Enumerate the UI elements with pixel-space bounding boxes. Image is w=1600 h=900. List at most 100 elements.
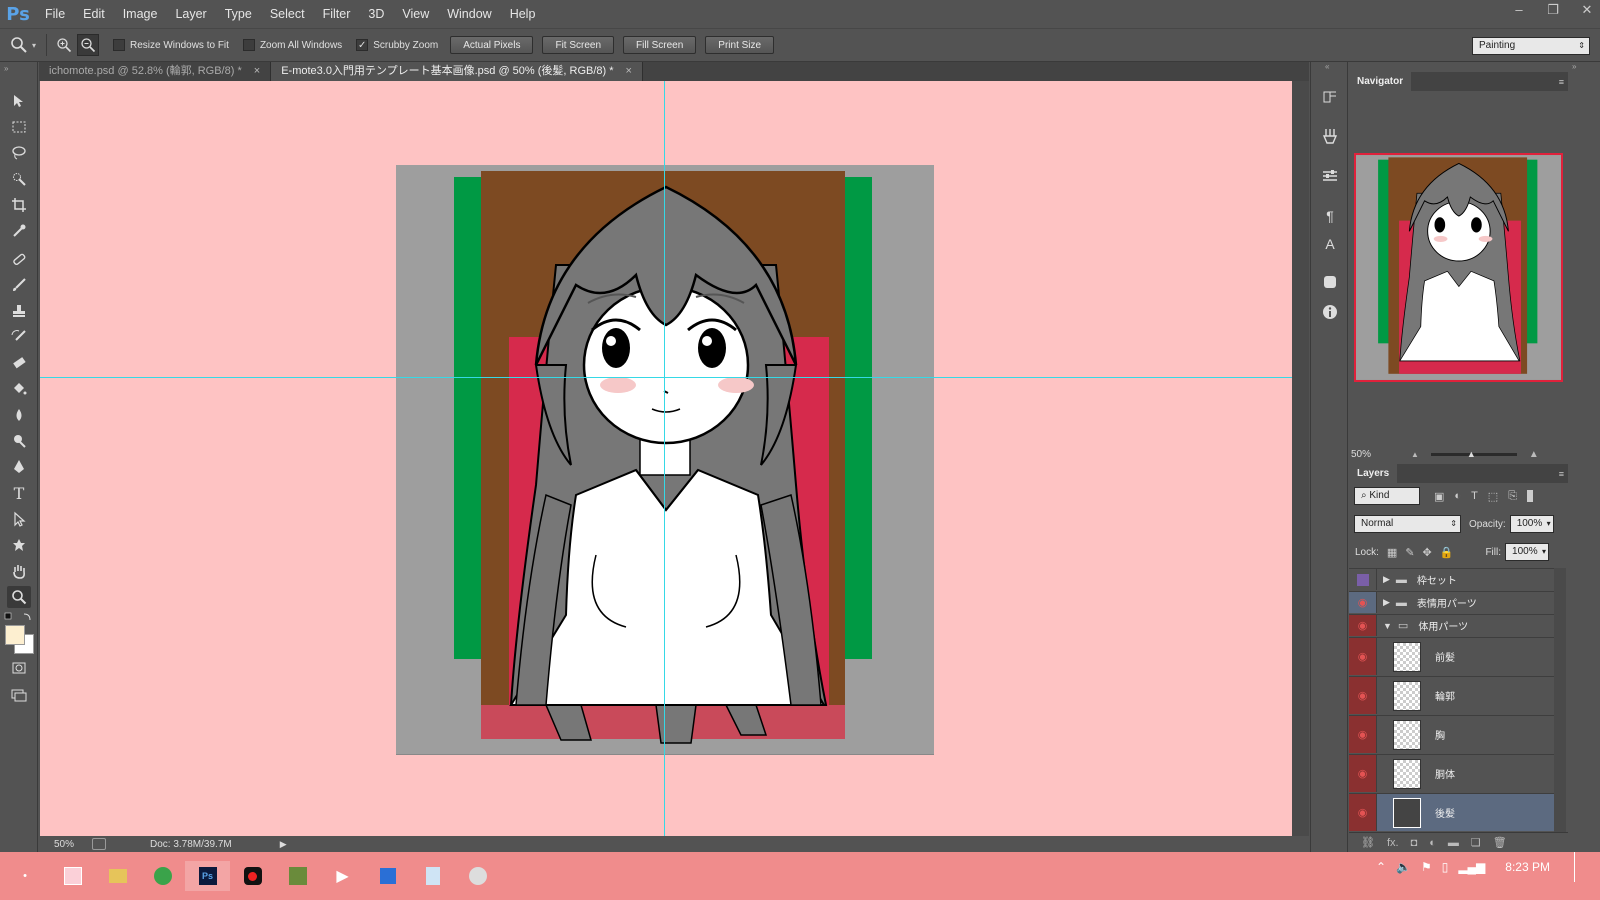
filter-toggle-icon[interactable] bbox=[1527, 490, 1534, 502]
status-menu-arrow-icon[interactable]: ▶ bbox=[280, 839, 287, 850]
menu-select[interactable]: Select bbox=[261, 0, 314, 28]
document-tab-2[interactable]: E-mote3.0入門用テンプレート基本画像.psd @ 50% (後髪, RG… bbox=[271, 62, 643, 81]
show-hidden-icons-icon[interactable]: ⌃ bbox=[1376, 860, 1386, 874]
status-info-icon[interactable] bbox=[92, 838, 106, 850]
menu-help[interactable]: Help bbox=[501, 0, 545, 28]
path-selection-tool-icon[interactable] bbox=[7, 508, 31, 530]
shape-filter-icon[interactable]: ⬚ bbox=[1488, 490, 1498, 503]
navigator-tab[interactable]: Navigator bbox=[1349, 72, 1412, 91]
layer-group-row[interactable]: ◉ ▼ ▭ 体用パーツ bbox=[1349, 614, 1554, 636]
menu-image[interactable]: Image bbox=[114, 0, 167, 28]
show-desktop-button[interactable] bbox=[1574, 852, 1582, 882]
paint-bucket-tool-icon[interactable] bbox=[7, 378, 31, 400]
fill-input[interactable]: 100% ▾ bbox=[1505, 543, 1550, 561]
document-canvas[interactable] bbox=[40, 81, 1292, 836]
vertical-guide[interactable] bbox=[664, 81, 665, 836]
layer-group-row[interactable]: ▶ ▬ 枠セット bbox=[1349, 568, 1554, 590]
notepad-icon[interactable] bbox=[410, 861, 455, 891]
menu-filter[interactable]: Filter bbox=[314, 0, 360, 28]
history-brush-tool-icon[interactable] bbox=[7, 326, 31, 348]
navigator-zoom-slider[interactable]: ▲ bbox=[1430, 449, 1517, 459]
resize-windows-checkbox[interactable] bbox=[113, 39, 126, 51]
zoom-out-icon[interactable] bbox=[77, 34, 100, 56]
visibility-toggle[interactable]: ◉ bbox=[1349, 615, 1377, 636]
custom-shape-tool-icon[interactable] bbox=[7, 534, 31, 556]
recorder-icon[interactable] bbox=[230, 861, 275, 891]
layer-row[interactable]: ◉ 胴体 bbox=[1349, 754, 1554, 792]
zoom-level[interactable]: 50% bbox=[54, 839, 84, 850]
photoshop-taskbar-icon[interactable]: Ps bbox=[185, 861, 230, 891]
scrubby-zoom-option[interactable]: ✓ Scrubby Zoom bbox=[356, 39, 438, 51]
screen-mode-icon[interactable] bbox=[7, 684, 31, 706]
menu-window[interactable]: Window bbox=[438, 0, 500, 28]
character-panel-icon[interactable]: A bbox=[1320, 234, 1340, 254]
zoom-in-large-icon[interactable]: ▲ bbox=[1529, 449, 1539, 460]
menu-edit[interactable]: Edit bbox=[74, 0, 114, 28]
layer-row[interactable]: ◉ 胸 bbox=[1349, 715, 1554, 753]
fill-screen-button[interactable]: Fill Screen bbox=[623, 36, 697, 54]
navigator-zoom-value[interactable]: 50% bbox=[1351, 449, 1381, 460]
minecraft-icon[interactable] bbox=[275, 861, 320, 891]
minimize-icon[interactable]: – bbox=[1512, 3, 1526, 17]
close-icon[interactable]: ✕ bbox=[1580, 3, 1594, 17]
adjustment-filter-icon[interactable]: ◐ bbox=[1454, 490, 1461, 502]
collapse-toolbar-icon[interactable]: » bbox=[4, 64, 8, 73]
visibility-toggle[interactable] bbox=[1349, 569, 1377, 590]
navigator-preview[interactable] bbox=[1354, 153, 1563, 382]
paragraph-panel-icon[interactable]: ¶ bbox=[1320, 206, 1340, 226]
marquee-tool-icon[interactable] bbox=[7, 116, 31, 138]
type-tool-icon[interactable]: T bbox=[7, 482, 31, 504]
healing-brush-tool-icon[interactable] bbox=[7, 248, 31, 270]
layer-filter-kind-select[interactable]: ⌕ Kind bbox=[1354, 487, 1420, 505]
lock-all-icon[interactable]: 🔒 bbox=[1440, 546, 1454, 559]
print-size-button[interactable]: Print Size bbox=[705, 36, 775, 54]
layer-row[interactable]: ◉ 前髪 bbox=[1349, 637, 1554, 675]
type-filter-icon[interactable]: T bbox=[1471, 490, 1478, 502]
zoom-slider-thumb[interactable]: ▲ bbox=[1467, 449, 1476, 459]
blend-mode-select[interactable]: Normal ⇕ bbox=[1354, 515, 1461, 533]
media-player-icon[interactable]: ▶ bbox=[320, 861, 365, 891]
new-group-icon[interactable]: ▬ bbox=[1448, 837, 1459, 849]
close-tab-icon[interactable]: × bbox=[626, 62, 632, 81]
hand-tool-icon[interactable] bbox=[7, 560, 31, 582]
battery-icon[interactable]: ▯ bbox=[1442, 860, 1449, 874]
expand-arrow-icon[interactable]: ▶ bbox=[1383, 597, 1390, 608]
swap-colors-icon[interactable] bbox=[4, 612, 34, 622]
eyedropper-tool-icon[interactable] bbox=[7, 220, 31, 242]
history-panel-icon[interactable] bbox=[1320, 86, 1340, 106]
pixel-filter-icon[interactable]: ▣ bbox=[1434, 490, 1444, 503]
foreground-color-swatch[interactable] bbox=[5, 625, 25, 645]
lasso-tool-icon[interactable] bbox=[7, 142, 31, 164]
layer-row-selected[interactable]: ◉ 後髪 bbox=[1349, 793, 1554, 831]
opacity-input[interactable]: 100% ▾ bbox=[1509, 515, 1554, 533]
layers-tab[interactable]: Layers bbox=[1349, 464, 1398, 483]
windows-store-icon[interactable] bbox=[365, 861, 410, 891]
blur-tool-icon[interactable] bbox=[7, 404, 31, 426]
scrubby-zoom-checkbox[interactable]: ✓ bbox=[356, 39, 369, 51]
file-explorer-icon[interactable] bbox=[95, 861, 140, 891]
visibility-toggle[interactable]: ◉ bbox=[1349, 638, 1377, 675]
visibility-toggle[interactable]: ◉ bbox=[1349, 755, 1377, 792]
preset-dropdown-arrow-icon[interactable]: ▾ bbox=[32, 41, 36, 50]
volume-icon[interactable]: 🔈 bbox=[1396, 860, 1411, 874]
actual-pixels-button[interactable]: Actual Pixels bbox=[450, 36, 534, 54]
layer-row[interactable]: ◉ 輪郭 bbox=[1349, 676, 1554, 714]
lock-position-icon[interactable]: ✥ bbox=[1423, 546, 1432, 559]
delete-layer-icon[interactable]: 🗑 bbox=[1493, 836, 1507, 849]
adjustments-panel-icon[interactable] bbox=[1320, 166, 1340, 186]
layer-group-row[interactable]: ◉ ▶ ▬ 表情用パーツ bbox=[1349, 591, 1554, 613]
lock-image-icon[interactable]: ✎ bbox=[1405, 546, 1414, 559]
chrome-icon[interactable] bbox=[140, 861, 185, 891]
horizontal-guide[interactable] bbox=[40, 377, 1292, 378]
move-tool-icon[interactable] bbox=[7, 90, 31, 112]
close-tab-icon[interactable]: × bbox=[254, 62, 260, 81]
eraser-tool-icon[interactable] bbox=[7, 352, 31, 374]
taskbar-app-icon[interactable] bbox=[50, 861, 95, 891]
panel-menu-icon[interactable]: ≡ bbox=[1559, 77, 1564, 87]
visibility-toggle[interactable]: ◉ bbox=[1349, 592, 1377, 613]
zoom-all-windows-option[interactable]: Zoom All Windows bbox=[242, 39, 342, 51]
dodge-tool-icon[interactable] bbox=[7, 430, 31, 452]
network-app-icon[interactable] bbox=[455, 861, 500, 891]
panel-menu-icon[interactable]: ≡ bbox=[1559, 469, 1564, 479]
visibility-toggle[interactable]: ◉ bbox=[1349, 677, 1377, 714]
